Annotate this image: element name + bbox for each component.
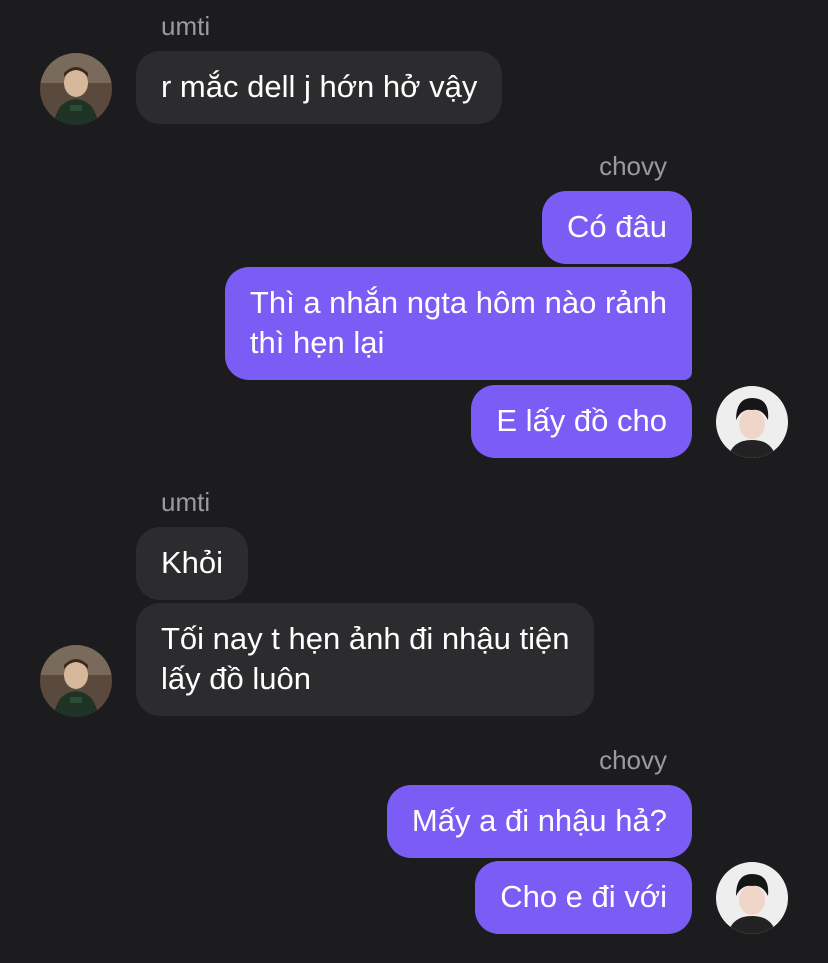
avatar-umti[interactable] xyxy=(40,645,112,717)
sender-name-umti: umti xyxy=(161,487,211,517)
person-photo-icon xyxy=(716,862,788,934)
message-bubble-incoming[interactable]: Tối nay t hẹn ảnh đi nhậu tiện lấy đồ lu… xyxy=(136,603,595,716)
avatar-chovy[interactable] xyxy=(716,386,788,458)
person-photo-icon xyxy=(40,53,112,125)
message-bubble-outgoing[interactable]: Mấy a đi nhậu hả? xyxy=(386,785,692,858)
avatar-umti[interactable] xyxy=(40,53,112,125)
message-bubble-outgoing[interactable]: E lấy đồ cho xyxy=(471,385,692,458)
message-bubble-outgoing[interactable]: Thì a nhắn ngta hôm nào rảnh thì hẹn lại xyxy=(224,267,692,380)
message-bubble-incoming[interactable]: Khỏi xyxy=(136,527,249,600)
avatar-chovy[interactable] xyxy=(716,862,788,934)
message-bubble-incoming[interactable]: r mắc dell j hớn hở vậy xyxy=(136,51,503,124)
sender-name-chovy: chovy xyxy=(599,745,667,775)
message-bubble-outgoing[interactable]: Cho e đi với xyxy=(475,861,692,934)
message-bubble-outgoing[interactable]: Có đâu xyxy=(542,191,692,264)
chat-thread: umti r mắc dell j hớn hở vậy chovy Có đâ… xyxy=(0,0,828,963)
sender-name-chovy: chovy xyxy=(599,151,667,181)
sender-name-umti: umti xyxy=(161,11,211,41)
person-photo-icon xyxy=(40,645,112,717)
person-photo-icon xyxy=(716,386,788,458)
